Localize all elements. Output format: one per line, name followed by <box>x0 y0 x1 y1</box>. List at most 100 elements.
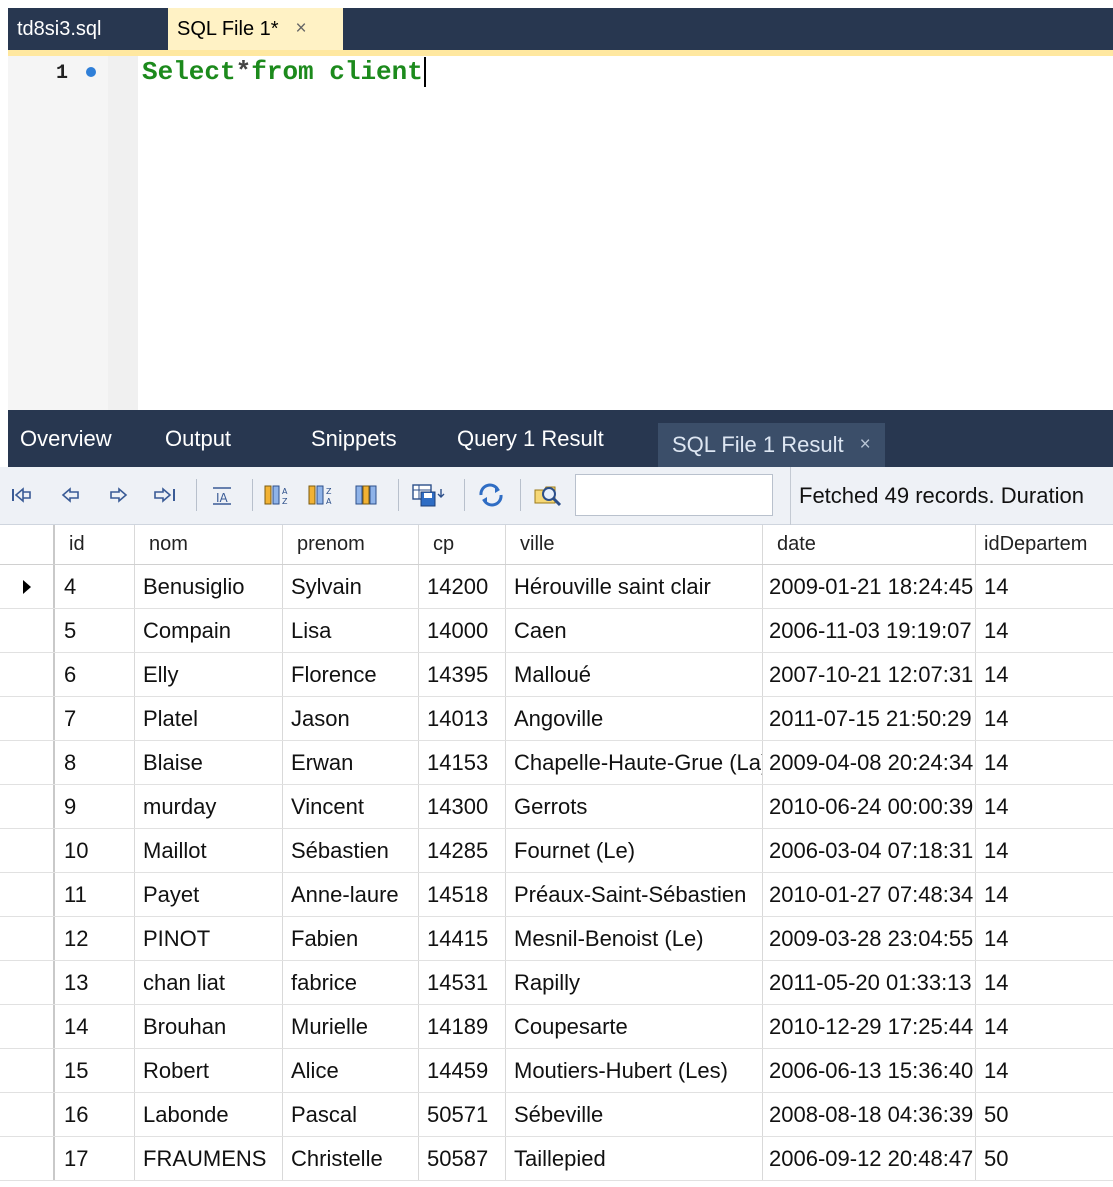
cell-nom[interactable]: Payet <box>135 873 283 916</box>
cell-prenom[interactable]: Pascal <box>283 1093 419 1136</box>
cell-date[interactable]: 2007-10-21 12:07:31 <box>763 653 976 696</box>
cell-id[interactable]: 14 <box>55 1005 135 1048</box>
cell-nom[interactable]: Blaise <box>135 741 283 784</box>
cell-nom[interactable]: Robert <box>135 1049 283 1092</box>
cell-date[interactable]: 2010-12-29 17:25:44 <box>763 1005 976 1048</box>
cell-nom[interactable]: Brouhan <box>135 1005 283 1048</box>
cell-date[interactable]: 2006-11-03 19:19:07 <box>763 609 976 652</box>
cell-id[interactable]: 9 <box>55 785 135 828</box>
table-row[interactable]: 8 Blaise Erwan 14153 Chapelle-Haute-Grue (La… <box>0 741 1113 785</box>
cell-cp[interactable]: 14415 <box>419 917 506 960</box>
search-input[interactable] <box>575 474 773 516</box>
cell-iddepartement[interactable]: 14 <box>976 917 1113 960</box>
row-selector[interactable] <box>0 653 55 696</box>
cell-iddepartement[interactable]: 50 <box>976 1137 1113 1180</box>
cell-nom[interactable]: murday <box>135 785 283 828</box>
cell-date[interactable]: 2009-04-08 20:24:34 <box>763 741 976 784</box>
cell-date[interactable]: 2008-08-18 04:36:39 <box>763 1093 976 1136</box>
cell-prenom[interactable]: Anne-laure <box>283 873 419 916</box>
cell-iddepartement[interactable]: 14 <box>976 565 1113 608</box>
cell-prenom[interactable]: Jason <box>283 697 419 740</box>
cell-cp[interactable]: 14518 <box>419 873 506 916</box>
cell-cp[interactable]: 14153 <box>419 741 506 784</box>
search-icon[interactable] <box>530 483 566 507</box>
column-header-prenom[interactable]: prenom <box>283 525 419 564</box>
table-row[interactable]: 14 Brouhan Murielle 14189 Coupesarte 2010-12-… <box>0 1005 1113 1049</box>
cell-nom[interactable]: PINOT <box>135 917 283 960</box>
cell-ville[interactable]: Préaux-Saint-Sébastien <box>506 873 763 916</box>
row-selector[interactable] <box>0 785 55 828</box>
cell-iddepartement[interactable]: 14 <box>976 873 1113 916</box>
cell-ville[interactable]: Rapilly <box>506 961 763 1004</box>
cell-prenom[interactable]: Murielle <box>283 1005 419 1048</box>
cell-id[interactable]: 16 <box>55 1093 135 1136</box>
tab-sql-file-1-result[interactable]: SQL File 1 Result × <box>658 423 885 467</box>
cell-cp[interactable]: 14395 <box>419 653 506 696</box>
last-record-icon[interactable] <box>152 483 178 507</box>
table-row[interactable]: 9 murday Vincent 14300 Gerrots 2010-06-24 00:… <box>0 785 1113 829</box>
cell-id[interactable]: 11 <box>55 873 135 916</box>
cell-nom[interactable]: Elly <box>135 653 283 696</box>
cell-date[interactable]: 2011-05-20 01:33:13 <box>763 961 976 1004</box>
cell-prenom[interactable]: fabrice <box>283 961 419 1004</box>
cell-date[interactable]: 2006-09-12 20:48:47 <box>763 1137 976 1180</box>
cell-cp[interactable]: 14285 <box>419 829 506 872</box>
row-selector[interactable] <box>0 1137 55 1180</box>
table-row[interactable]: 15 Robert Alice 14459 Moutiers-Hubert (Les) 2… <box>0 1049 1113 1093</box>
column-header-ville[interactable]: ville <box>506 525 763 564</box>
table-row[interactable]: 6 Elly Florence 14395 Malloué 2007-10-21 12:0… <box>0 653 1113 697</box>
export-icon[interactable] <box>410 483 450 507</box>
cell-nom[interactable]: Maillot <box>135 829 283 872</box>
cell-prenom[interactable]: Sébastien <box>283 829 419 872</box>
cell-id[interactable]: 8 <box>55 741 135 784</box>
cell-id[interactable]: 6 <box>55 653 135 696</box>
cell-cp[interactable]: 50571 <box>419 1093 506 1136</box>
cell-iddepartement[interactable]: 14 <box>976 829 1113 872</box>
code-line[interactable]: Select * from client <box>142 57 426 87</box>
cell-id[interactable]: 12 <box>55 917 135 960</box>
cell-nom[interactable]: chan liat <box>135 961 283 1004</box>
cell-ville[interactable]: Chapelle-Haute-Grue (La) <box>506 741 763 784</box>
row-selector[interactable] <box>0 565 55 608</box>
cell-date[interactable]: 2010-06-24 00:00:39 <box>763 785 976 828</box>
cell-cp[interactable]: 50587 <box>419 1137 506 1180</box>
cell-prenom[interactable]: Florence <box>283 653 419 696</box>
column-header-iddepartement[interactable]: idDepartem <box>976 525 1113 564</box>
cell-date[interactable]: 2011-07-15 21:50:29 <box>763 697 976 740</box>
row-selector[interactable] <box>0 961 55 1004</box>
cell-cp[interactable]: 14200 <box>419 565 506 608</box>
cell-date[interactable]: 2009-03-28 23:04:55 <box>763 917 976 960</box>
row-selector[interactable] <box>0 873 55 916</box>
table-row[interactable]: 10 Maillot Sébastien 14285 Fournet (Le) 2006-… <box>0 829 1113 873</box>
sort-asc-icon[interactable]: AZ <box>262 483 294 507</box>
cell-date[interactable]: 2006-06-13 15:36:40 <box>763 1049 976 1092</box>
previous-record-icon[interactable] <box>60 483 82 507</box>
cell-nom[interactable]: Compain <box>135 609 283 652</box>
tab-overview[interactable]: Overview <box>20 410 112 467</box>
wrap-text-icon[interactable]: IA <box>208 483 236 507</box>
cell-cp[interactable]: 14013 <box>419 697 506 740</box>
cell-iddepartement[interactable]: 14 <box>976 785 1113 828</box>
close-tab-icon[interactable]: × <box>860 434 871 456</box>
cell-iddepartement[interactable]: 50 <box>976 1093 1113 1136</box>
tab-sql-file-1[interactable]: SQL File 1* × <box>168 8 343 50</box>
sort-desc-icon[interactable]: ZA <box>306 483 338 507</box>
cell-cp[interactable]: 14459 <box>419 1049 506 1092</box>
cell-id[interactable]: 5 <box>55 609 135 652</box>
close-tab-icon[interactable]: × <box>296 18 307 40</box>
tab-output[interactable]: Output <box>165 410 231 467</box>
tab-query-1-result[interactable]: Query 1 Result <box>457 410 604 467</box>
table-row[interactable]: 17 FRAUMENS Christelle 50587 Taillepied 2006-… <box>0 1137 1113 1181</box>
cell-ville[interactable]: Hérouville saint clair <box>506 565 763 608</box>
cell-id[interactable]: 15 <box>55 1049 135 1092</box>
table-row[interactable]: 7 Platel Jason 14013 Angoville 2011-07-15 21:… <box>0 697 1113 741</box>
cell-ville[interactable]: Sébeville <box>506 1093 763 1136</box>
row-selector[interactable] <box>0 1005 55 1048</box>
cell-nom[interactable]: Platel <box>135 697 283 740</box>
cell-iddepartement[interactable]: 14 <box>976 961 1113 1004</box>
row-selector[interactable] <box>0 697 55 740</box>
cell-ville[interactable]: Caen <box>506 609 763 652</box>
cell-date[interactable]: 2006-03-04 07:18:31 <box>763 829 976 872</box>
cell-cp[interactable]: 14000 <box>419 609 506 652</box>
row-selector[interactable] <box>0 1049 55 1092</box>
